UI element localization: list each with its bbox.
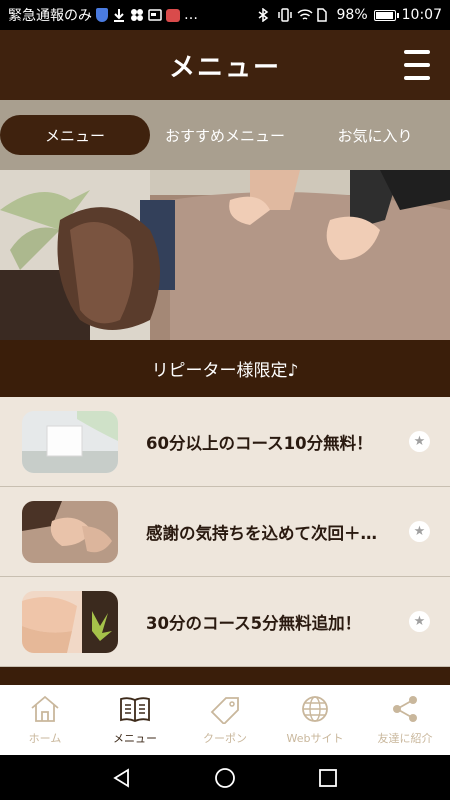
notification-text: 緊急通報のみ [8, 8, 92, 24]
wifi-icon [296, 8, 313, 22]
star-icon[interactable]: ★ [409, 521, 430, 542]
nav-coupon-label: クーポン [203, 732, 247, 745]
tab-recommended-menu[interactable]: おすすめメニュー [150, 115, 300, 155]
nav-menu[interactable]: メニュー [90, 685, 180, 755]
list-footer-bar [0, 667, 450, 685]
section-title: リピーター様限定♪ [0, 340, 450, 397]
shield-icon [96, 8, 108, 22]
vibrate-icon [277, 8, 292, 22]
back-icon[interactable] [111, 767, 133, 789]
nav-share[interactable]: 友達に紹介 [360, 685, 450, 755]
nav-website[interactable]: Webサイト [270, 685, 360, 755]
coupon-tag-icon [210, 697, 239, 724]
clock: 10:07 [401, 7, 442, 23]
nav-website-label: Webサイト [286, 732, 344, 745]
app-header: メニュー [0, 30, 450, 100]
bluetooth-icon [257, 7, 271, 23]
home-icon [31, 695, 59, 722]
nav-menu-label: メニュー [113, 732, 157, 745]
list-item-text: 60分以上のコース10分無料！ [146, 433, 373, 453]
share-icon [393, 696, 417, 722]
list-item-text: 30分のコース5分無料追加！ [146, 613, 362, 633]
tab-menu[interactable]: メニュー [0, 115, 150, 155]
battery-percent: 98% [336, 7, 368, 23]
list-item-text: 感謝の気持ちを込めて次回＋… [146, 523, 377, 543]
status-bar: 緊急通報のみ … 98% 10:07 [0, 0, 450, 30]
nav-home[interactable]: ホーム [0, 685, 90, 755]
more-indicator: … [184, 7, 198, 23]
system-nav-bar [0, 755, 450, 800]
bottom-nav: ホーム メニュー クーポン Webサイト 友達に紹介 [0, 685, 450, 755]
card-icon [148, 8, 162, 22]
thumbnail-image [22, 590, 118, 653]
globe-icon [302, 696, 328, 722]
battery-icon [373, 9, 399, 21]
star-icon[interactable]: ★ [409, 431, 430, 452]
hamburger-icon[interactable] [404, 50, 430, 80]
coupon-list: 60分以上のコース10分無料！ ★ 感謝の気持ちを込めて次回＋… ★ 30分のコ… [0, 397, 450, 667]
nav-coupon[interactable]: クーポン [180, 685, 270, 755]
list-item[interactable]: 感謝の気持ちを込めて次回＋… ★ [0, 487, 450, 577]
thumbnail-image [22, 500, 118, 563]
list-item[interactable]: 60分以上のコース10分無料！ ★ [0, 397, 450, 487]
download-icon [112, 8, 126, 22]
tab-bar: メニュー おすすめメニュー お気に入り [0, 100, 450, 170]
star-icon[interactable]: ★ [409, 611, 430, 632]
status-right: 98% 10:07 [257, 7, 442, 23]
sim-icon [316, 8, 331, 22]
page-title: メニュー [168, 52, 281, 83]
tab-favorites[interactable]: お気に入り [300, 115, 450, 155]
pinwheel-icon [130, 8, 144, 22]
app-notification-icon [166, 8, 180, 22]
home-circle-icon[interactable] [214, 767, 236, 789]
status-left: 緊急通報のみ … [8, 5, 257, 25]
recents-icon[interactable] [317, 767, 339, 789]
book-icon [120, 697, 150, 722]
nav-share-label: 友達に紹介 [377, 732, 433, 745]
hero-image [0, 170, 450, 340]
thumbnail-image [22, 410, 118, 473]
nav-home-label: ホーム [28, 732, 62, 745]
list-item[interactable]: 30分のコース5分無料追加！ ★ [0, 577, 450, 667]
